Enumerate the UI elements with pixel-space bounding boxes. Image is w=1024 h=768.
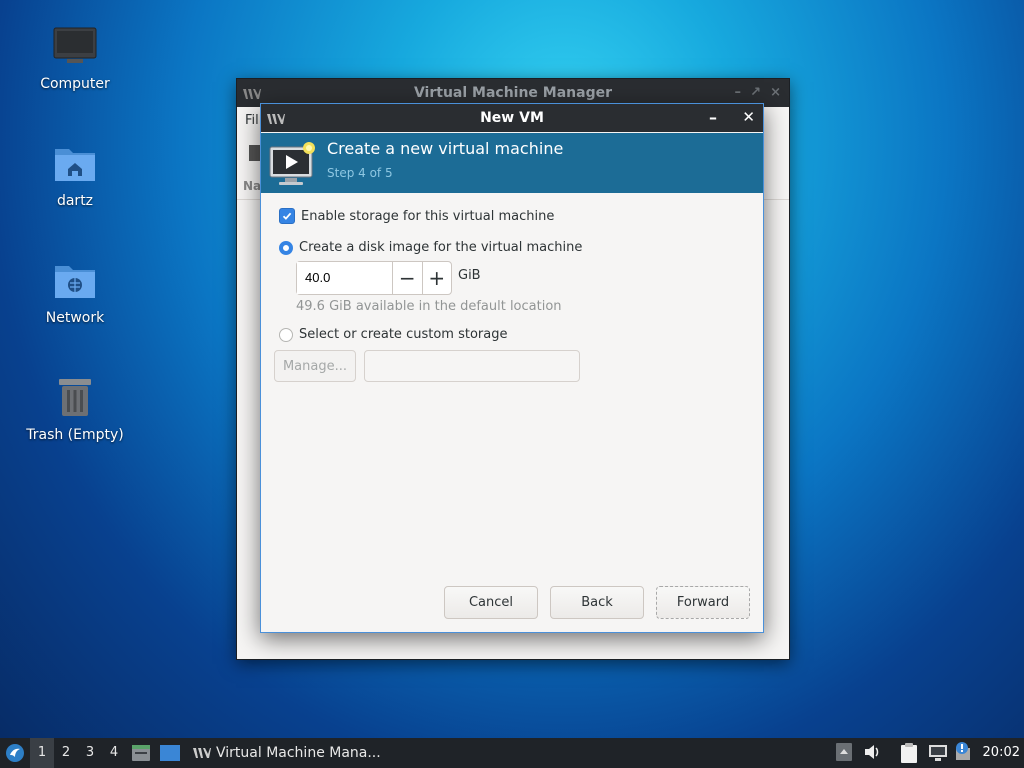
header-step: Step 4 of 5 — [327, 166, 393, 180]
increase-size-button[interactable]: + — [421, 262, 452, 294]
dialog-title: New VM — [480, 110, 544, 126]
show-desktop-icon[interactable] — [156, 745, 184, 761]
clock[interactable]: 20:02 — [983, 745, 1020, 760]
custom-storage-row[interactable]: Select or create custom storage — [279, 327, 507, 342]
forward-button[interactable]: Forward — [656, 586, 750, 619]
vmm-maximize-button[interactable]: ↗ — [750, 85, 761, 100]
create-disk-row[interactable]: Create a disk image for the virtual mach… — [279, 240, 582, 255]
network-status-icon[interactable] — [928, 744, 948, 766]
desktop-icon-computer[interactable]: Computer — [20, 22, 130, 92]
desktop-icon-trash[interactable]: Trash (Empty) — [20, 373, 130, 443]
vmm-close-button[interactable]: × — [770, 85, 781, 100]
new-vm-monitor-icon — [269, 141, 317, 191]
vmm-logo-icon — [243, 87, 261, 103]
dialog-header-banner: Create a new virtual machine Step 4 of 5 — [261, 133, 763, 193]
network-folder-icon — [51, 256, 99, 304]
vmm-logo-icon — [193, 748, 211, 758]
header-title: Create a new virtual machine — [327, 139, 564, 158]
enable-storage-label: Enable storage for this virtual machine — [301, 208, 555, 224]
disk-size-input[interactable] — [297, 262, 392, 294]
computer-icon — [51, 22, 99, 70]
custom-storage-radio[interactable] — [279, 327, 293, 342]
manage-button[interactable]: Manage... — [274, 350, 356, 382]
desktop-icon-network[interactable]: Network — [20, 256, 130, 326]
desktop-icon-label: Computer — [40, 76, 110, 92]
create-disk-label: Create a disk image for the virtual mach… — [299, 240, 583, 255]
volume-icon[interactable] — [864, 744, 882, 764]
vmm-column-name[interactable]: Na — [243, 179, 261, 193]
desktop-icon-label: dartz — [56, 193, 94, 209]
desktop-icon-label: Trash (Empty) — [26, 427, 124, 443]
enable-storage-checkbox[interactable] — [279, 208, 295, 224]
taskbar-task-vmm[interactable]: Virtual Machine Mana... — [192, 745, 381, 761]
enable-storage-row[interactable]: Enable storage for this virtual machine — [279, 208, 554, 224]
available-space-hint: 49.6 GiB available in the default locati… — [296, 299, 562, 314]
disk-size-unit: GiB — [458, 268, 481, 283]
lxqt-logo-icon — [6, 744, 24, 762]
workspace-2[interactable]: 2 — [54, 738, 78, 768]
decrease-size-button[interactable]: − — [392, 262, 422, 294]
tray-arrow-icon[interactable] — [836, 743, 852, 765]
dialog-titlebar[interactable]: New VM – ✕ — [261, 104, 763, 132]
workspace-3[interactable]: 3 — [78, 738, 102, 768]
task-label: Virtual Machine Mana... — [216, 745, 381, 761]
new-vm-dialog: New VM – ✕ Create a new virtual machine … — [260, 103, 764, 633]
custom-storage-label: Select or create custom storage — [299, 327, 508, 342]
create-disk-radio[interactable] — [279, 240, 293, 255]
close-button[interactable]: ✕ — [742, 108, 755, 126]
back-button[interactable]: Back — [550, 586, 644, 619]
workspace-4[interactable]: 4 — [102, 738, 126, 768]
notification-icon[interactable] — [954, 742, 972, 766]
workspace-1[interactable]: 1 — [30, 738, 54, 768]
app-menu-button[interactable] — [0, 743, 30, 763]
taskbar: 1 2 3 4 Virtual Machine Mana... 20:02 — [0, 738, 1024, 768]
clipboard-icon[interactable] — [900, 742, 918, 768]
file-manager-launcher-icon[interactable] — [126, 744, 156, 762]
minimize-button[interactable]: – — [709, 108, 717, 127]
vmm-minimize-button[interactable]: – — [735, 85, 742, 100]
desktop-icon-home[interactable]: dartz — [20, 139, 130, 209]
desktop-icon-label: Network — [45, 310, 105, 326]
disk-size-spinner: − + — [296, 261, 452, 295]
home-folder-icon — [51, 139, 99, 187]
vmm-menu-file[interactable]: Fil — [245, 113, 259, 128]
cancel-button[interactable]: Cancel — [444, 586, 538, 619]
storage-path-field[interactable] — [364, 350, 580, 382]
vmm-logo-icon — [267, 112, 285, 128]
vmm-title: Virtual Machine Manager — [413, 85, 613, 101]
trash-icon — [51, 373, 99, 421]
